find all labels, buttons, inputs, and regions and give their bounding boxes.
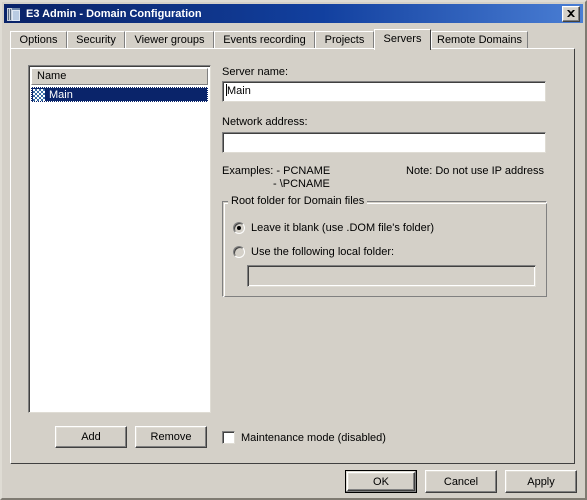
radio-checked-icon	[233, 222, 245, 234]
ok-button-label: OK	[373, 475, 389, 488]
server-name-value: Main	[227, 85, 251, 97]
server-name-input[interactable]: Main	[222, 81, 546, 102]
server-name-label: Server name:	[222, 66, 289, 78]
examples-hint-line2: - \PCNAME	[273, 178, 330, 190]
network-address-label: Network address:	[222, 116, 308, 128]
list-item-label: Main	[49, 88, 73, 101]
checkbox-unchecked-icon	[222, 431, 235, 444]
root-folder-groupbox-title: Root folder for Domain files	[228, 195, 368, 207]
servers-listbox[interactable]: Name Main	[28, 65, 211, 413]
dialog-window: E3 Admin - Domain Configuration Options …	[0, 0, 587, 500]
close-icon[interactable]	[562, 5, 580, 22]
server-rack-icon	[6, 6, 22, 22]
tab-servers[interactable]: Servers	[374, 29, 431, 50]
radio-use-local-folder-label: Use the following local folder:	[251, 246, 395, 258]
network-address-input[interactable]	[222, 132, 546, 153]
add-button[interactable]: Add	[55, 426, 127, 448]
window-title: E3 Admin - Domain Configuration	[26, 7, 202, 20]
radio-use-local-folder[interactable]: Use the following local folder:	[233, 246, 394, 258]
radio-unchecked-icon	[233, 246, 245, 258]
list-item[interactable]: Main	[31, 87, 208, 102]
tab-strip: Options Security Viewer groups Events re…	[10, 28, 575, 50]
server-item-icon	[33, 88, 45, 101]
remove-button[interactable]: Remove	[135, 426, 207, 448]
tab-events-recording[interactable]: Events recording	[214, 31, 315, 49]
ip-address-note: Note: Do not use IP address	[406, 165, 544, 177]
apply-button[interactable]: Apply	[505, 470, 577, 493]
radio-leave-blank[interactable]: Leave it blank (use .DOM file's folder)	[233, 222, 434, 234]
tab-remote-domains[interactable]: Remote Domains	[431, 31, 528, 49]
listbox-column-header-name[interactable]: Name	[31, 68, 208, 85]
maintenance-mode-checkbox[interactable]: Maintenance mode (disabled)	[222, 431, 386, 444]
maintenance-mode-label: Maintenance mode (disabled)	[241, 431, 386, 444]
local-folder-input[interactable]	[247, 265, 536, 287]
title-bar[interactable]: E3 Admin - Domain Configuration	[4, 4, 583, 23]
tab-options[interactable]: Options	[10, 31, 67, 49]
tab-security[interactable]: Security	[67, 31, 125, 49]
examples-hint-line1: Examples: - PCNAME	[222, 165, 331, 177]
ok-button[interactable]: OK	[345, 470, 417, 493]
tab-projects[interactable]: Projects	[315, 31, 374, 49]
radio-leave-blank-label: Leave it blank (use .DOM file's folder)	[251, 222, 435, 234]
cancel-button[interactable]: Cancel	[425, 470, 497, 493]
tab-viewer-groups[interactable]: Viewer groups	[125, 31, 214, 49]
